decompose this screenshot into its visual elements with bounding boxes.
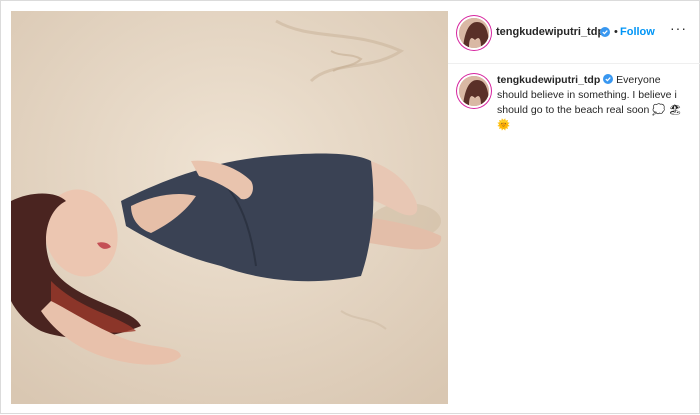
caption-avatar[interactable]	[459, 76, 489, 106]
follow-button[interactable]: Follow	[620, 26, 655, 38]
verified-icon	[600, 27, 610, 37]
profile-picture	[459, 18, 489, 48]
beach-photo-illustration	[11, 11, 448, 404]
post-author-username[interactable]: tengkudewiputri_tdp	[496, 26, 604, 38]
separator-dot: •	[614, 26, 618, 38]
instagram-post: tengkudewiputri_tdp • Follow ··· tengkud…	[0, 0, 700, 414]
avatar[interactable]	[459, 18, 489, 48]
post-photo[interactable]	[11, 11, 448, 404]
more-options-icon[interactable]: ···	[670, 20, 687, 36]
post-header: tengkudewiputri_tdp • Follow ···	[448, 1, 700, 64]
caption-username[interactable]: tengkudewiputri_tdp	[497, 74, 600, 86]
post-sidebar: tengkudewiputri_tdp • Follow ··· tengkud…	[448, 1, 700, 415]
caption-text-block: tengkudewiputri_tdp Everyone should beli…	[497, 73, 693, 133]
profile-picture	[459, 76, 489, 106]
verified-icon	[603, 74, 614, 84]
